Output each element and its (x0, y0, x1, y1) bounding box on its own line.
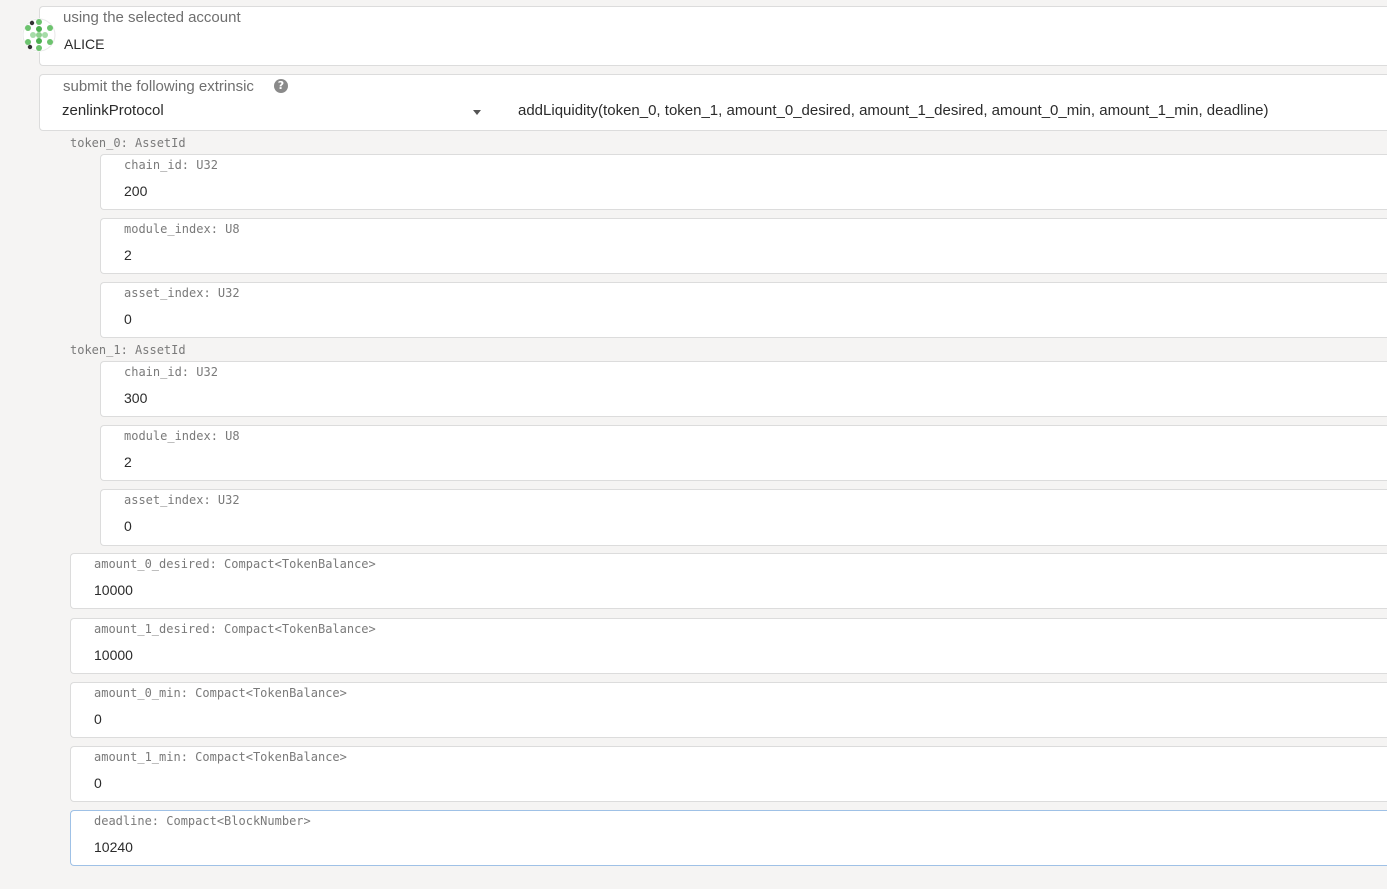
token-1-asset-index-field[interactable] (100, 489, 1387, 546)
field-value[interactable]: 0 (94, 775, 102, 791)
extrinsic-form: using the selected account ALICE submit … (0, 0, 1387, 889)
field-value[interactable]: 0 (124, 311, 132, 327)
field-label: module_index: U8 (124, 222, 240, 236)
field-label: asset_index: U32 (124, 286, 240, 300)
identicon-icon (22, 18, 56, 52)
token-0-chain-id-field[interactable] (100, 154, 1387, 210)
field-value[interactable]: 200 (124, 183, 147, 199)
field-value[interactable]: 10000 (94, 582, 133, 598)
field-label: module_index: U8 (124, 429, 240, 443)
question-circle-icon[interactable]: ? (274, 79, 288, 93)
extrinsic-label: submit the following extrinsic (63, 78, 254, 95)
chevron-down-icon[interactable] (473, 110, 481, 115)
token-0-asset-index-field[interactable] (100, 282, 1387, 338)
token-0-module-index-field[interactable] (100, 218, 1387, 274)
field-label: deadline: Compact<BlockNumber> (94, 814, 311, 828)
account-name: ALICE (64, 36, 105, 52)
field-label: chain_id: U32 (124, 365, 218, 379)
method-dropdown[interactable]: addLiquidity(token_0, token_1, amount_0_… (518, 102, 1269, 119)
field-value[interactable]: 10000 (94, 647, 133, 663)
field-value[interactable]: 2 (124, 247, 132, 263)
field-value[interactable]: 0 (94, 711, 102, 727)
token-1-chain-id-field[interactable] (100, 361, 1387, 417)
field-value[interactable]: 2 (124, 454, 132, 470)
field-label: amount_1_desired: Compact<TokenBalance> (94, 622, 376, 636)
field-label: chain_id: U32 (124, 158, 218, 172)
account-label: using the selected account (63, 9, 241, 26)
field-label: amount_1_min: Compact<TokenBalance> (94, 750, 347, 764)
module-dropdown[interactable]: zenlinkProtocol (62, 102, 164, 119)
field-label: amount_0_min: Compact<TokenBalance> (94, 686, 347, 700)
token-1-label: token_1: AssetId (70, 343, 186, 357)
field-value[interactable]: 10240 (94, 839, 133, 855)
token-0-label: token_0: AssetId (70, 136, 186, 150)
field-value[interactable]: 0 (124, 518, 132, 534)
token-1-module-index-field[interactable] (100, 425, 1387, 481)
field-value[interactable]: 300 (124, 390, 147, 406)
field-label: asset_index: U32 (124, 493, 240, 507)
field-label: amount_0_desired: Compact<TokenBalance> (94, 557, 376, 571)
account-selector[interactable] (39, 6, 1387, 66)
